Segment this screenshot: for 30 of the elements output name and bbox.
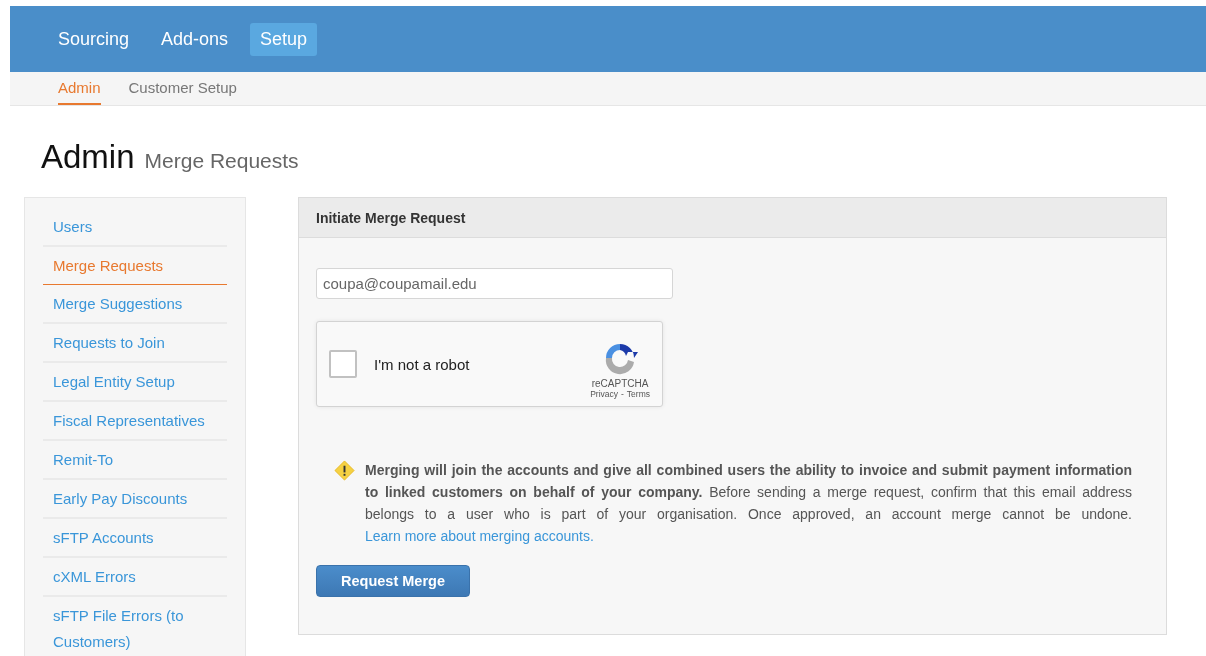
subnav-tab[interactable]: Customer Setup: [128, 72, 237, 105]
warning-text: Merging will join the accounts and give all combined users the ability to invoice and submit payment information to linked customers on behalf of your company. Before sending a merge request, confirm that this email address belongs to a user who is part of your organisation. Once approved, an account merge cannot be undone. Learn more about merging accounts.: [365, 461, 1132, 546]
request-merge-button[interactable]: Request Merge: [316, 565, 470, 597]
sidebar-link[interactable]: Merge Suggestions: [53, 291, 183, 317]
captcha-checkbox[interactable]: [329, 350, 357, 378]
sidebar-link[interactable]: sFTP File Errors (to Customers): [53, 603, 227, 655]
separator-text: -: [621, 388, 624, 399]
privacy-link[interactable]: Privacy: [590, 388, 618, 399]
warning-icon: [334, 460, 355, 481]
sidebar-link[interactable]: Remit-To: [53, 447, 113, 473]
sidebar-link[interactable]: Fiscal Representatives: [53, 408, 205, 434]
email-field[interactable]: coupa@coupamail.edu: [316, 268, 673, 299]
terms-link[interactable]: Terms: [626, 388, 650, 399]
sidebar-link[interactable]: Requests to Join: [53, 330, 165, 356]
learn-more-link[interactable]: Learn more about merging accounts.: [365, 528, 594, 544]
sidebar-link[interactable]: Users: [53, 214, 93, 240]
page-title: Admin: [41, 138, 135, 176]
captcha-label: I'm not a robot: [374, 355, 471, 373]
panel-title: Initiate Merge Request: [316, 209, 466, 226]
recaptcha-label: reCAPTCHA: [591, 377, 649, 389]
sidebar-link[interactable]: sFTP Accounts: [53, 525, 154, 551]
sidebar-link[interactable]: Legal Entity Setup: [53, 369, 175, 395]
nav-tab[interactable]: Setup: [250, 22, 318, 56]
nav-tab[interactable]: Add-ons: [151, 22, 239, 56]
subnav-tab[interactable]: Admin: [58, 72, 101, 105]
sidebar-link[interactable]: cXML Errors: [53, 564, 136, 590]
sidebar-link[interactable]: Early Pay Discounts: [53, 486, 188, 512]
sidebar-link[interactable]: Merge Requests: [53, 253, 164, 279]
nav-tab[interactable]: Sourcing: [48, 22, 140, 56]
page-subtitle: Merge Requests: [144, 149, 299, 173]
